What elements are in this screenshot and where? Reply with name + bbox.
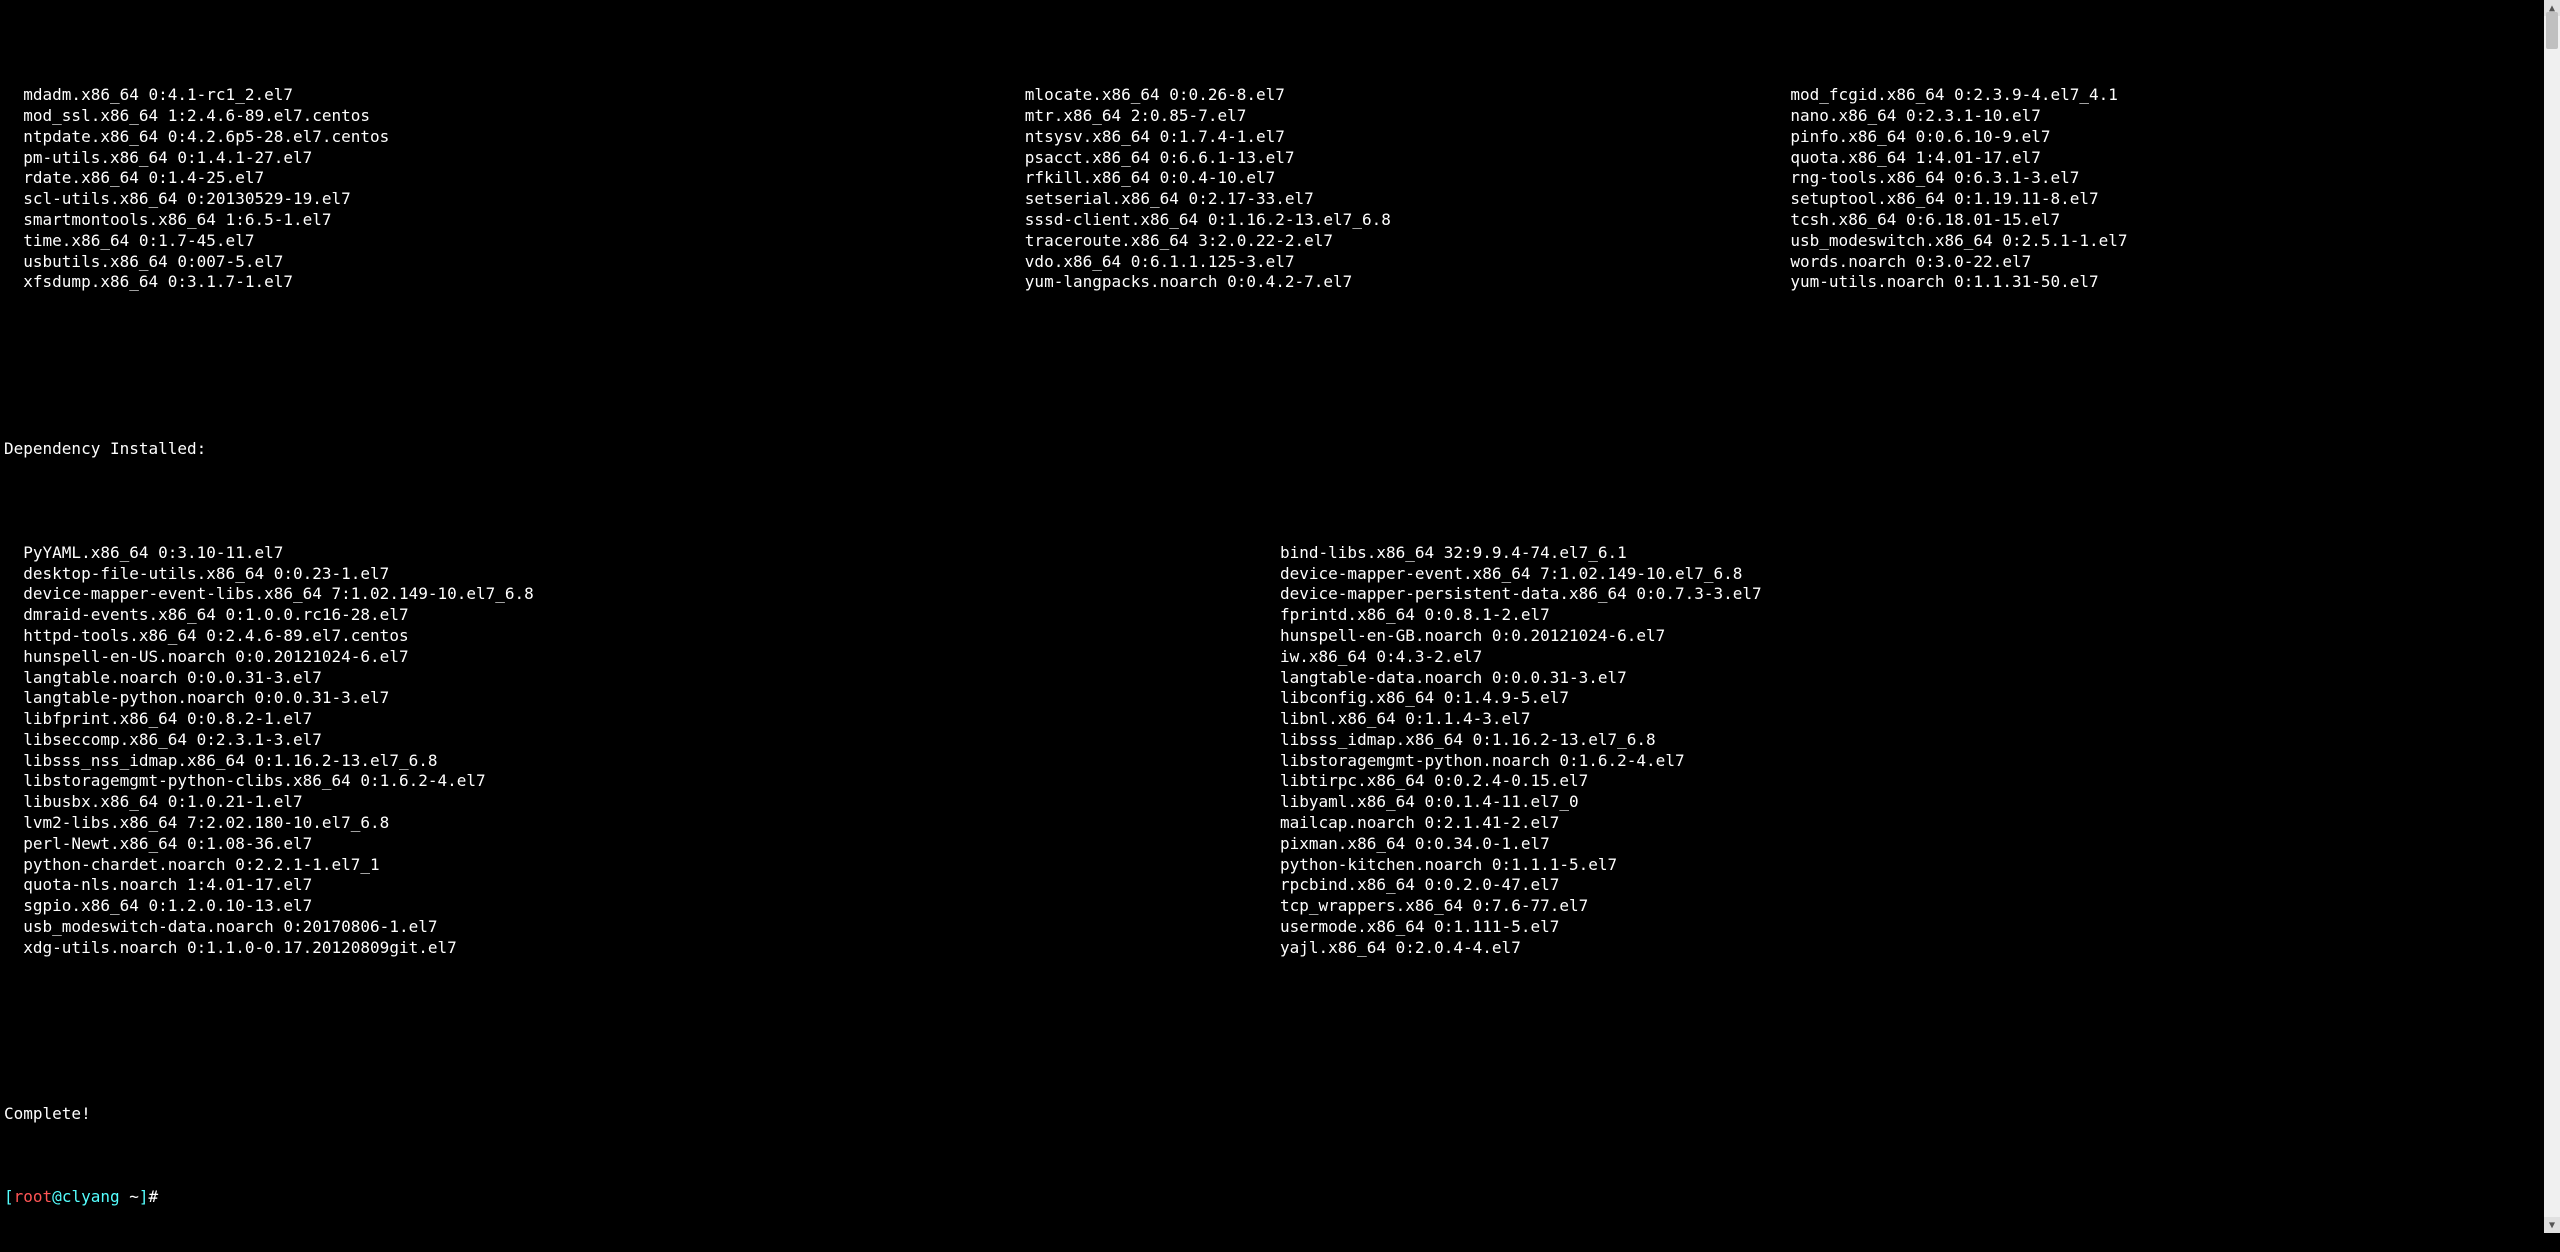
package-entry: time.x86_64 0:1.7-45.el7 [23,231,1025,252]
dependency-packages-grid: PyYAML.x86_64 0:3.10-11.el7desktop-file-… [4,543,2556,959]
package-entry: libstoragemgmt-python-clibs.x86_64 0:1.6… [23,771,1280,792]
package-entry: httpd-tools.x86_64 0:2.4.6-89.el7.centos [23,626,1280,647]
package-entry: usermode.x86_64 0:1.111-5.el7 [1280,917,2556,938]
package-entry: mod_fcgid.x86_64 0:2.3.9-4.el7_4.1 [1790,85,2556,106]
package-entry: tcsh.x86_64 0:6.18.01-15.el7 [1790,210,2556,231]
package-entry: rfkill.x86_64 0:0.4-10.el7 [1025,168,1791,189]
package-entry: dmraid-events.x86_64 0:1.0.0.rc16-28.el7 [23,605,1280,626]
package-entry: fprintd.x86_64 0:0.8.1-2.el7 [1280,605,2556,626]
shell-prompt[interactable]: [root@clyang ~]# [4,1187,2556,1208]
package-entry: mlocate.x86_64 0:0.26-8.el7 [1025,85,1791,106]
package-entry: bind-libs.x86_64 32:9.9.4-74.el7_6.1 [1280,543,2556,564]
package-entry: hunspell-en-GB.noarch 0:0.20121024-6.el7 [1280,626,2556,647]
package-entry: python-kitchen.noarch 0:1.1.1-5.el7 [1280,855,2556,876]
package-entry: psacct.x86_64 0:6.6.1-13.el7 [1025,148,1791,169]
installed-packages-grid: mdadm.x86_64 0:4.1-rc1_2.el7mod_ssl.x86_… [4,85,2556,293]
package-entry: traceroute.x86_64 3:2.0.22-2.el7 [1025,231,1791,252]
package-entry: yum-utils.noarch 0:1.1.31-50.el7 [1790,272,2556,293]
package-entry: device-mapper-persistent-data.x86_64 0:0… [1280,584,2556,605]
package-entry: perl-Newt.x86_64 0:1.08-36.el7 [23,834,1280,855]
package-entry: iw.x86_64 0:4.3-2.el7 [1280,647,2556,668]
package-entry: sgpio.x86_64 0:1.2.0.10-13.el7 [23,896,1280,917]
blank-line [4,356,2556,377]
package-entry: rpcbind.x86_64 0:0.2.0-47.el7 [1280,875,2556,896]
package-entry: pixman.x86_64 0:0.34.0-1.el7 [1280,834,2556,855]
package-entry: libstoragemgmt-python.noarch 0:1.6.2-4.e… [1280,751,2556,772]
blank-line [4,1021,2556,1042]
package-entry: device-mapper-event.x86_64 7:1.02.149-10… [1280,564,2556,585]
package-entry: libtirpc.x86_64 0:0.2.4-0.15.el7 [1280,771,2556,792]
package-entry: vdo.x86_64 0:6.1.1.125-3.el7 [1025,252,1791,273]
package-entry: langtable.noarch 0:0.0.31-3.el7 [23,668,1280,689]
package-entry: smartmontools.x86_64 1:6.5-1.el7 [23,210,1025,231]
package-entry: mtr.x86_64 2:0.85-7.el7 [1025,106,1791,127]
prompt-path: ~ [120,1187,139,1206]
package-entry: xfsdump.x86_64 0:3.1.7-1.el7 [23,272,1025,293]
package-entry: python-chardet.noarch 0:2.2.1-1.el7_1 [23,855,1280,876]
prompt-user: root [14,1187,53,1206]
package-entry: libsss_nss_idmap.x86_64 0:1.16.2-13.el7_… [23,751,1280,772]
scrollbar-thumb[interactable] [2546,12,2558,49]
package-entry: ntpdate.x86_64 0:4.2.6p5-28.el7.centos [23,127,1025,148]
package-entry: rng-tools.x86_64 0:6.3.1-3.el7 [1790,168,2556,189]
package-entry: usb_modeswitch-data.noarch 0:20170806-1.… [23,917,1280,938]
package-entry: scl-utils.x86_64 0:20130529-19.el7 [23,189,1025,210]
package-entry: usbutils.x86_64 0:007-5.el7 [23,252,1025,273]
installed-col-1: mlocate.x86_64 0:0.26-8.el7mtr.x86_64 2:… [1025,85,1791,293]
package-entry: libusbx.x86_64 0:1.0.21-1.el7 [23,792,1280,813]
package-entry: langtable-data.noarch 0:0.0.31-3.el7 [1280,668,2556,689]
scrollbar-arrow-down-icon[interactable]: ▼ [2544,1217,2560,1233]
installed-col-2: mod_fcgid.x86_64 0:2.3.9-4.el7_4.1nano.x… [1790,85,2556,293]
package-entry: libconfig.x86_64 0:1.4.9-5.el7 [1280,688,2556,709]
package-entry: hunspell-en-US.noarch 0:0.20121024-6.el7 [23,647,1280,668]
package-entry: PyYAML.x86_64 0:3.10-11.el7 [23,543,1280,564]
package-entry: mdadm.x86_64 0:4.1-rc1_2.el7 [23,85,1025,106]
prompt-at: @ [52,1187,62,1206]
package-entry: libsss_idmap.x86_64 0:1.16.2-13.el7_6.8 [1280,730,2556,751]
package-entry: desktop-file-utils.x86_64 0:0.23-1.el7 [23,564,1280,585]
installed-col-0: mdadm.x86_64 0:4.1-rc1_2.el7mod_ssl.x86_… [4,85,1025,293]
package-entry: rdate.x86_64 0:1.4-25.el7 [23,168,1025,189]
dependency-col-0: PyYAML.x86_64 0:3.10-11.el7desktop-file-… [4,543,1280,959]
complete-message: Complete! [4,1104,2556,1125]
package-entry: device-mapper-event-libs.x86_64 7:1.02.1… [23,584,1280,605]
prompt-hash: # [149,1187,168,1206]
package-entry: nano.x86_64 0:2.3.1-10.el7 [1790,106,2556,127]
dependency-installed-header: Dependency Installed: [4,439,2556,460]
package-entry: setserial.x86_64 0:2.17-33.el7 [1025,189,1791,210]
package-entry: yajl.x86_64 0:2.0.4-4.el7 [1280,938,2556,959]
package-entry: libfprint.x86_64 0:0.8.2-1.el7 [23,709,1280,730]
package-entry: lvm2-libs.x86_64 7:2.02.180-10.el7_6.8 [23,813,1280,834]
package-entry: pinfo.x86_64 0:0.6.10-9.el7 [1790,127,2556,148]
package-entry: libnl.x86_64 0:1.1.4-3.el7 [1280,709,2556,730]
package-entry: ntsysv.x86_64 0:1.7.4-1.el7 [1025,127,1791,148]
package-entry: libyaml.x86_64 0:0.1.4-11.el7_0 [1280,792,2556,813]
package-entry: sssd-client.x86_64 0:1.16.2-13.el7_6.8 [1025,210,1791,231]
prompt-open-bracket: [ [4,1187,14,1206]
vertical-scrollbar[interactable]: ▲ ▼ [2544,0,2560,1233]
terminal-output[interactable]: mdadm.x86_64 0:4.1-rc1_2.el7mod_ssl.x86_… [0,0,2560,1252]
package-entry: pm-utils.x86_64 0:1.4.1-27.el7 [23,148,1025,169]
package-entry: words.noarch 0:3.0-22.el7 [1790,252,2556,273]
prompt-host: clyang [62,1187,120,1206]
package-entry: langtable-python.noarch 0:0.0.31-3.el7 [23,688,1280,709]
package-entry: tcp_wrappers.x86_64 0:7.6-77.el7 [1280,896,2556,917]
package-entry: usb_modeswitch.x86_64 0:2.5.1-1.el7 [1790,231,2556,252]
package-entry: setuptool.x86_64 0:1.19.11-8.el7 [1790,189,2556,210]
package-entry: mod_ssl.x86_64 1:2.4.6-89.el7.centos [23,106,1025,127]
prompt-close-bracket: ] [139,1187,149,1206]
package-entry: xdg-utils.noarch 0:1.1.0-0.17.20120809gi… [23,938,1280,959]
dependency-col-1: bind-libs.x86_64 32:9.9.4-74.el7_6.1devi… [1280,543,2556,959]
package-entry: quota.x86_64 1:4.01-17.el7 [1790,148,2556,169]
package-entry: mailcap.noarch 0:2.1.41-2.el7 [1280,813,2556,834]
package-entry: yum-langpacks.noarch 0:0.4.2-7.el7 [1025,272,1791,293]
package-entry: libseccomp.x86_64 0:2.3.1-3.el7 [23,730,1280,751]
package-entry: quota-nls.noarch 1:4.01-17.el7 [23,875,1280,896]
